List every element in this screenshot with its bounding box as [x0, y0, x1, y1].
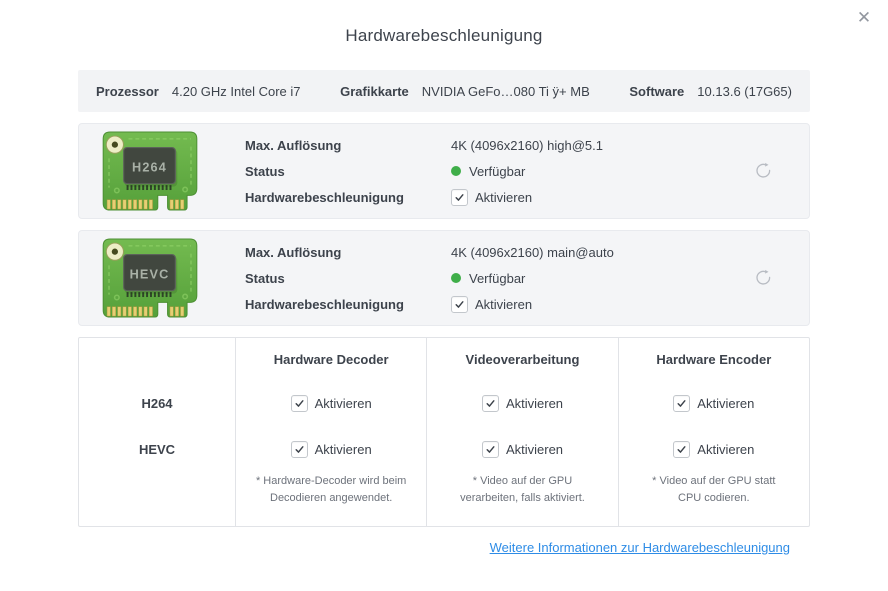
enable-checkbox-label: Aktivieren [475, 189, 533, 205]
system-info-bar: Prozessor 4.20 GHz Intel Core i7 Grafikk… [78, 70, 810, 112]
close-icon[interactable]: ✕ [852, 6, 876, 30]
table-row-h264-label: H264 [141, 395, 173, 411]
status-green-dot-icon [451, 273, 461, 283]
header-hardware-encoder: Hardware Encoder [617, 338, 809, 380]
h264-details: Max. Auflösung 4K (4096x2160) high@5.1 S… [245, 132, 603, 210]
processor-value: 4.20 GHz Intel Core i7 [171, 83, 301, 99]
checkbox-checked-icon[interactable] [673, 440, 691, 458]
h264-chip-icon: H264 [102, 131, 198, 211]
h264-processing-checkbox[interactable]: Aktivieren [481, 394, 564, 412]
h264-status-row: Status Verfügbar [245, 158, 603, 184]
header-videoverarbeitung: Videoverarbeitung [426, 338, 617, 380]
graphics-card-info: Grafikkarte NVIDIA GeFo…080 Ti ÿ+ MB [340, 84, 590, 99]
status-label: Status [245, 270, 285, 286]
hevc-processing-checkbox[interactable]: Aktivieren [481, 440, 564, 458]
max-resolution-value: 4K (4096x2160) main@auto [451, 244, 614, 260]
dialog-content: Prozessor 4.20 GHz Intel Core i7 Grafikk… [78, 70, 810, 555]
hevc-chip-label: HEVC [130, 267, 170, 281]
h264-decoder-checkbox[interactable]: Aktivieren [290, 394, 372, 412]
checkbox-label: Aktivieren [314, 441, 372, 457]
hevc-encoder-cell: Aktivieren [617, 426, 809, 472]
status-value: Verfügbar [451, 271, 525, 286]
hardware-acceleration-label: Hardwarebeschleunigung [245, 189, 404, 205]
max-resolution-label: Max. Auflösung [245, 244, 342, 260]
processor-info: Prozessor 4.20 GHz Intel Core i7 [96, 84, 301, 99]
h264-enable-checkbox[interactable]: Aktivieren [451, 188, 533, 206]
graphics-card-value: NVIDIA GeFo…080 Ti ÿ+ MB [421, 83, 590, 99]
hardware-acceleration-dialog: ✕ Hardwarebeschleunigung Prozessor 4.20 … [0, 0, 888, 591]
h264-chip-label: H264 [132, 160, 167, 174]
h264-processing-cell: Aktivieren [426, 380, 617, 426]
checkbox-label: Aktivieren [505, 441, 564, 457]
hevc-enable-checkbox[interactable]: Aktivieren [451, 295, 533, 313]
checkbox-label: Aktivieren [314, 395, 372, 411]
footnote-processing: * Video auf der GPU verarbeiten, falls a… [426, 472, 617, 526]
max-resolution-label: Max. Auflösung [245, 137, 342, 153]
checkbox-label: Aktivieren [697, 441, 755, 457]
dialog-footer: Weitere Informationen zur Hardwarebeschl… [78, 540, 810, 555]
more-info-link[interactable]: Weitere Informationen zur Hardwarebeschl… [490, 540, 790, 555]
checkbox-checked-icon[interactable] [481, 440, 499, 458]
refresh-icon[interactable] [753, 268, 773, 288]
h264-decoder-cell: Aktivieren [235, 380, 426, 426]
hevc-acceleration-row: Hardwarebeschleunigung Aktivieren [245, 291, 614, 317]
checkbox-checked-icon[interactable] [673, 394, 691, 412]
h264-max-resolution-row: Max. Auflösung 4K (4096x2160) high@5.1 [245, 132, 603, 158]
hevc-chip-icon: HEVC [102, 238, 198, 318]
table-corner-cell [79, 338, 235, 380]
hevc-decoder-cell: Aktivieren [235, 426, 426, 472]
status-green-dot-icon [451, 166, 461, 176]
dialog-title: Hardwarebeschleunigung [345, 26, 543, 45]
h264-encoder-checkbox[interactable]: Aktivieren [673, 394, 755, 412]
software-label: Software [629, 83, 685, 99]
checkbox-checked-icon[interactable] [451, 188, 468, 206]
status-label: Status [245, 163, 285, 179]
status-value: Verfügbar [451, 164, 525, 179]
hevc-decoder-checkbox[interactable]: Aktivieren [290, 440, 372, 458]
checkbox-checked-icon[interactable] [451, 295, 468, 313]
checkbox-label: Aktivieren [505, 395, 564, 411]
footnote-encoder: * Video auf der GPU statt CPU codieren. [617, 472, 809, 526]
checkbox-label: Aktivieren [697, 395, 755, 411]
codec-card-hevc: HEVC Max. Auflösung 4K (4096x2160) main@… [78, 230, 810, 326]
codec-settings-table: Hardware Decoder Videoverarbeitung Hardw… [78, 337, 810, 527]
refresh-icon[interactable] [753, 161, 773, 181]
checkbox-checked-icon[interactable] [290, 394, 308, 412]
software-info: Software 10.13.6 (17G65) [629, 84, 792, 99]
h264-acceleration-row: Hardwarebeschleunigung Aktivieren [245, 184, 603, 210]
hevc-details: Max. Auflösung 4K (4096x2160) main@auto … [245, 239, 614, 317]
hevc-max-resolution-row: Max. Auflösung 4K (4096x2160) main@auto [245, 239, 614, 265]
status-text: Verfügbar [469, 270, 526, 286]
table-row-hevc-label: HEVC [138, 441, 176, 457]
hardware-acceleration-label: Hardwarebeschleunigung [245, 296, 404, 312]
footnote-empty-cell [79, 472, 235, 526]
enable-checkbox-label: Aktivieren [475, 296, 533, 312]
codec-card-h264: H264 Max. Auflösung 4K (4096x2160) high@… [78, 123, 810, 219]
graphics-card-label: Grafikkarte [340, 83, 409, 99]
processor-label: Prozessor [96, 83, 159, 99]
max-resolution-value: 4K (4096x2160) high@5.1 [451, 137, 603, 153]
hevc-status-row: Status Verfügbar [245, 265, 614, 291]
status-text: Verfügbar [469, 163, 526, 179]
hevc-encoder-checkbox[interactable]: Aktivieren [673, 440, 755, 458]
checkbox-checked-icon[interactable] [290, 440, 308, 458]
hevc-processing-cell: Aktivieren [426, 426, 617, 472]
footnote-decoder: * Hardware-Decoder wird beim Decodieren … [235, 472, 426, 526]
software-value: 10.13.6 (17G65) [697, 83, 792, 99]
header-hardware-decoder: Hardware Decoder [235, 338, 426, 380]
h264-encoder-cell: Aktivieren [617, 380, 809, 426]
checkbox-checked-icon[interactable] [481, 394, 499, 412]
